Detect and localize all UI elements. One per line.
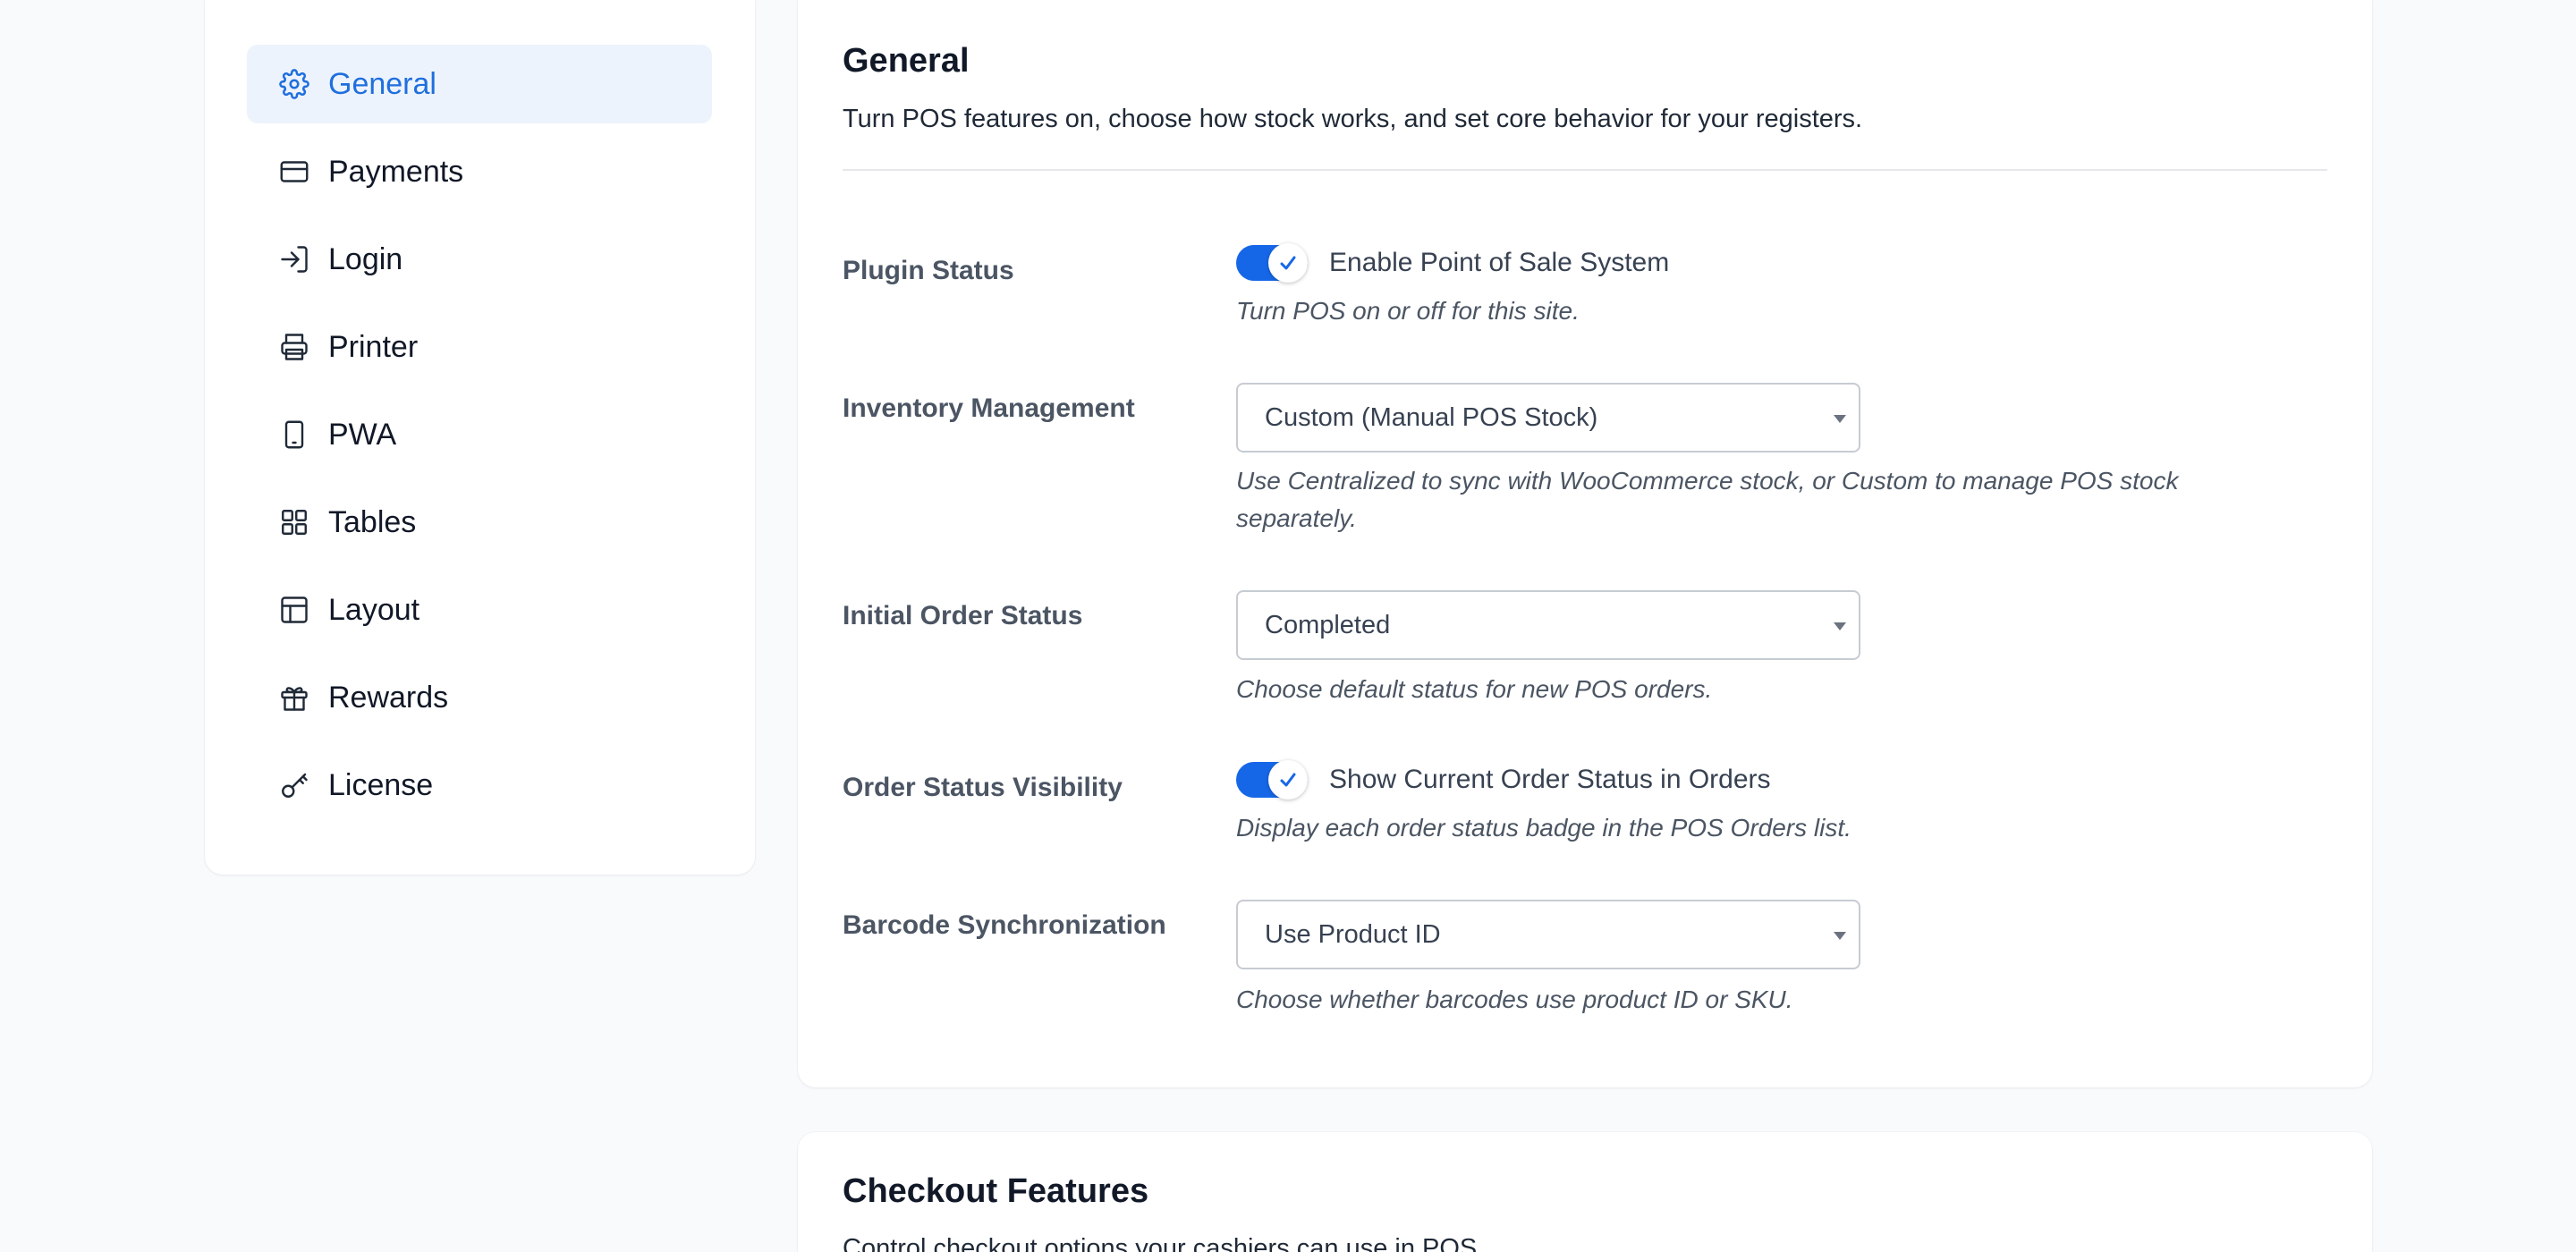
key-icon <box>278 769 310 801</box>
barcode-synchronization-help: Choose whether barcodes use product ID o… <box>1236 986 1793 1013</box>
order-status-visibility-toggle-label: Show Current Order Status in Orders <box>1329 765 1771 794</box>
plugin-status-help: Turn POS on or off for this site. <box>1236 297 1580 325</box>
login-icon <box>278 243 310 275</box>
sidebar-item-label: Rewards <box>328 680 449 715</box>
chevron-down-icon <box>1834 415 1846 423</box>
sidebar-item-label: Login <box>328 241 403 276</box>
barcode-synchronization-select[interactable]: Use Product ID <box>1236 900 1860 969</box>
sidebar-item-label: PWA <box>328 417 397 452</box>
barcode-synchronization-value: Use Product ID <box>1265 919 1441 949</box>
plugin-status-toggle[interactable] <box>1236 243 1308 283</box>
layout-icon <box>278 594 310 626</box>
settings-page: General Payments Login Printer PWA Table… <box>0 0 2576 1252</box>
inventory-management-value: Custom (Manual POS Stock) <box>1265 402 1598 432</box>
sidebar-item-label: License <box>328 767 434 802</box>
inventory-management-help: Use Centralized to sync with WooCommerce… <box>1236 467 2179 532</box>
section-description: Turn POS features on, choose how stock w… <box>843 105 1863 133</box>
printer-icon <box>278 331 310 363</box>
grid-icon <box>278 506 310 538</box>
credit-card-icon <box>278 156 310 188</box>
sidebar-item-label: Layout <box>328 592 420 627</box>
sidebar-item-rewards[interactable]: Rewards <box>247 658 712 737</box>
initial-order-status-select[interactable]: Completed <box>1236 590 1860 660</box>
inventory-management-label: Inventory Management <box>843 393 1135 423</box>
check-icon <box>1268 760 1308 799</box>
inventory-management-select[interactable]: Custom (Manual POS Stock) <box>1236 383 1860 453</box>
sidebar-item-label: Tables <box>328 504 417 539</box>
sidebar-item-payments[interactable]: Payments <box>247 132 712 211</box>
sidebar-item-printer[interactable]: Printer <box>247 308 712 386</box>
section-title: General <box>843 42 970 80</box>
divider <box>843 169 2327 171</box>
sidebar-item-license[interactable]: License <box>247 746 712 825</box>
mobile-icon <box>278 419 310 451</box>
barcode-synchronization-label: Barcode Synchronization <box>843 910 1166 940</box>
check-icon <box>1268 243 1308 283</box>
order-status-visibility-help: Display each order status badge in the P… <box>1236 814 1852 842</box>
chevron-down-icon <box>1834 622 1846 630</box>
section-title: Checkout Features <box>843 1172 1149 1210</box>
sidebar-item-label: Printer <box>328 329 419 364</box>
sidebar-item-label: Payments <box>328 154 464 189</box>
order-status-visibility-toggle[interactable] <box>1236 760 1308 799</box>
sidebar-item-pwa[interactable]: PWA <box>247 395 712 474</box>
sidebar-item-login[interactable]: Login <box>247 220 712 299</box>
section-description: Control checkout options your cashiers c… <box>843 1234 1485 1252</box>
plugin-status-label: Plugin Status <box>843 256 1014 285</box>
settings-sidebar: General Payments Login Printer PWA Table… <box>205 0 755 875</box>
sidebar-item-layout[interactable]: Layout <box>247 571 712 649</box>
sidebar-item-general[interactable]: General <box>247 45 712 123</box>
sidebar-item-tables[interactable]: Tables <box>247 483 712 562</box>
order-status-visibility-label: Order Status Visibility <box>843 773 1123 802</box>
gift-icon <box>278 681 310 714</box>
chevron-down-icon <box>1834 932 1846 940</box>
sidebar-item-label: General <box>328 66 436 101</box>
general-settings-card: General Turn POS features on, choose how… <box>798 0 2372 1087</box>
checkout-features-card: Checkout Features Control checkout optio… <box>798 1132 2372 1252</box>
initial-order-status-label: Initial Order Status <box>843 601 1083 630</box>
initial-order-status-help: Choose default status for new POS orders… <box>1236 675 1713 703</box>
plugin-status-toggle-label: Enable Point of Sale System <box>1329 248 1670 277</box>
initial-order-status-value: Completed <box>1265 610 1391 639</box>
gear-icon <box>278 68 310 100</box>
